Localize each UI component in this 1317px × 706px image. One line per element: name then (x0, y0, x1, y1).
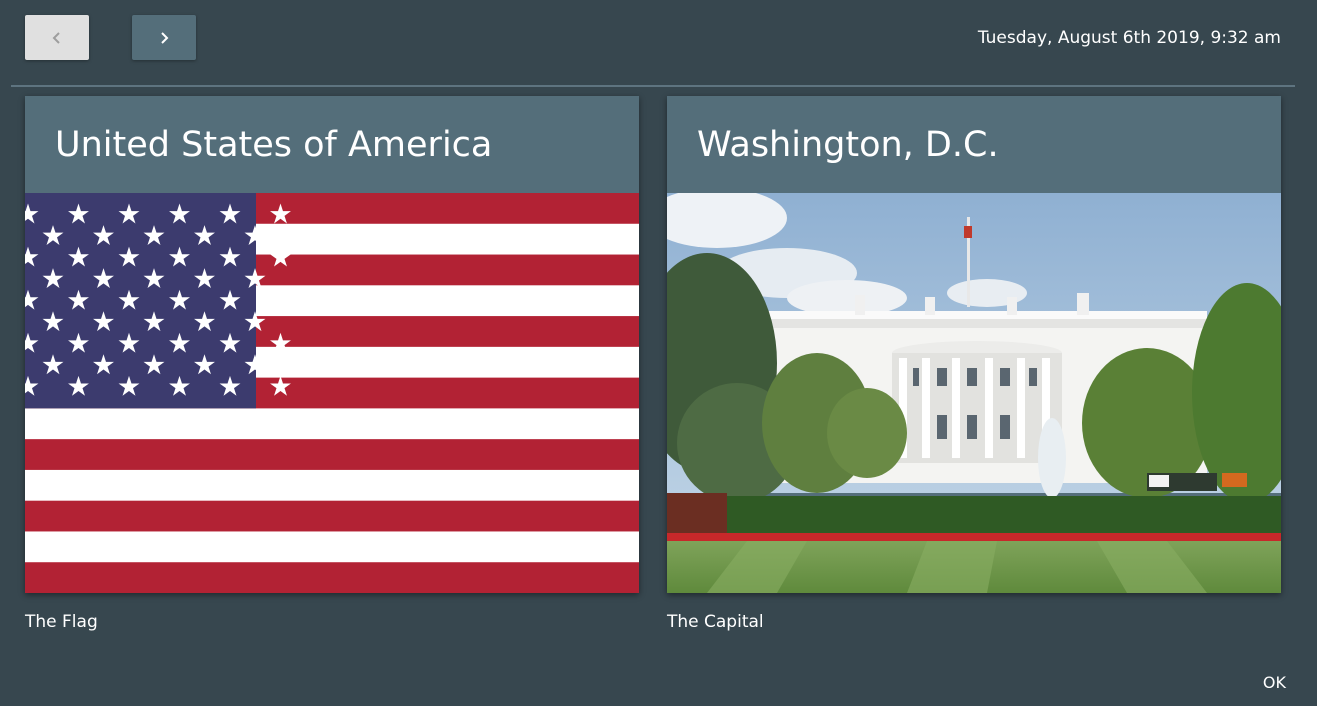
back-button[interactable] (25, 15, 89, 60)
white-house-image (667, 193, 1281, 593)
header-divider (11, 85, 1295, 87)
capital-card: Washington, D.C. (667, 96, 1281, 593)
flag-canton (25, 193, 256, 409)
us-flag-image (25, 193, 639, 593)
chevron-right-icon (161, 31, 169, 44)
country-card: United States of America (25, 96, 639, 593)
flag-stripe (25, 562, 639, 593)
ok-button[interactable]: OK (1263, 673, 1286, 692)
flag-stripe (25, 531, 639, 563)
app-screen: Tuesday, August 6th 2019, 9:32 am United… (0, 0, 1317, 706)
flag-stripe (25, 469, 639, 502)
card-title: United States of America (55, 124, 493, 165)
chevron-left-icon (52, 31, 60, 44)
flag-stripe (25, 439, 639, 471)
card-caption: The Capital (667, 612, 764, 632)
datetime-label: Tuesday, August 6th 2019, 9:32 am (977, 28, 1281, 48)
forward-button[interactable] (132, 15, 196, 60)
flag-stripe (25, 500, 639, 532)
card-title: Washington, D.C. (697, 124, 999, 165)
flag-stripe (25, 408, 639, 440)
card-caption: The Flag (25, 612, 98, 632)
